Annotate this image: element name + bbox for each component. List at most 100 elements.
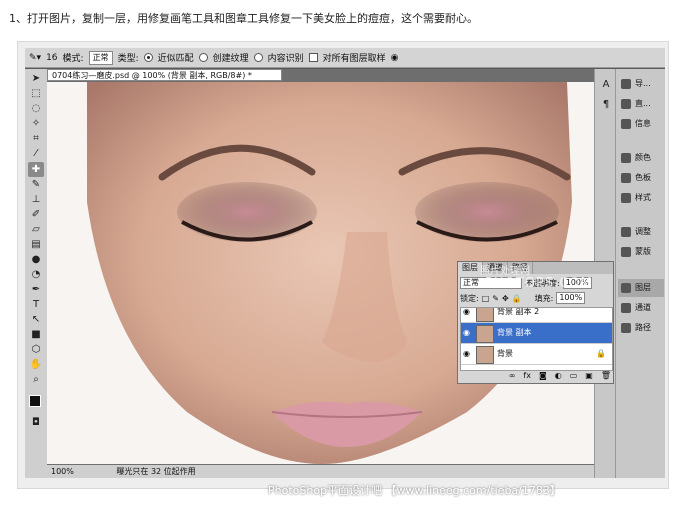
character-panel-icon[interactable]: A [598,77,614,92]
lock-transparency-icon[interactable]: □ [482,294,490,303]
layer-name: 背景 [497,349,513,358]
paragraph-panel-icon[interactable]: ¶ [598,97,614,112]
zoom-tool-icon[interactable]: ⌕ [28,372,44,387]
zoom-level[interactable]: 100% [47,467,74,476]
radio-content-label: 内容识别 [267,54,304,64]
info-panel-button[interactable]: 信息 [618,115,664,133]
info-icon [621,118,631,129]
layer-row-selected[interactable]: ◉ 背景 副本 [461,323,612,344]
lock-pixels-icon[interactable]: ✎ [492,294,499,303]
lock-icon: 🔒 [596,349,606,358]
layers-icon [621,282,631,293]
tutorial-caption: 1、打开图片，复制一层，用修复画笔工具和图章工具修复一下美女脸上的痘痘，这个需要… [9,12,478,25]
healing-brush-icon[interactable]: ✎▾ [29,53,41,63]
tools-panel: ➤ ⬚ ◌ ✧ ⌗ ⁄ ✚ ✎ ⊥ ✐ ▱ ▤ ● ◔ ✒ T ↖ ■ ⬡ ✋ … [25,69,48,478]
move-tool-icon[interactable]: ➤ [28,71,44,86]
mode-label: 模式: [62,54,84,64]
adjustments-panel-button[interactable]: 调整 [618,223,664,241]
layer-row[interactable]: ◉ 背景 🔒 [461,344,612,365]
layer-thumbnail [476,325,494,343]
lasso-tool-icon[interactable]: ◌ [28,101,44,116]
visibility-eye-icon[interactable]: ◉ [463,329,471,337]
lock-label: 锁定: [460,293,479,303]
layers-list: ◉ 背景 副本 2 ◉ 背景 副本 ◉ 背景 🔒 [460,307,613,371]
navigator-panel-button[interactable]: 导... [618,75,664,93]
healing-brush-tool-icon[interactable]: ✚ [28,162,44,177]
layer-style-icon[interactable]: fx [523,371,531,381]
hand-tool-icon[interactable]: ✋ [28,357,44,372]
eyedropper-tool-icon[interactable]: ⁄ [28,146,44,161]
radio-content-aware[interactable] [253,53,263,62]
styles-panel-button[interactable]: 样式 [618,189,664,207]
photoshop-window: ✎▾ 16 模式: 正常 类型: 近似匹配 创建纹理 内容识别 对所有图层取样 … [25,48,665,478]
swatches-icon [621,172,631,183]
type-label: 类型: [117,54,139,64]
watermark-en: PHOTOPS.COM [485,276,593,291]
sample-all-checkbox[interactable] [308,53,318,62]
layer-name: 背景 副本 [497,328,532,337]
document-tab[interactable]: 0704练习—磨皮.psd @ 100% (背景 副本, RGB/8#) * [47,69,282,81]
footer-watermark: PhotoShop平面设计吧 【www.lineeg.com/tieba/178… [268,484,561,497]
quick-select-tool-icon[interactable]: ✧ [28,116,44,131]
pressure-icon[interactable]: ◉ [391,53,399,63]
radio-proximity-label: 近似匹配 [157,54,194,64]
fill-input[interactable]: 100% [556,292,586,304]
channels-icon [621,302,631,313]
layer-name: 背景 副本 2 [497,307,540,316]
color-icon [621,152,631,163]
channels-panel-button[interactable]: 通道 [618,299,664,317]
fill-label: 填充: [534,293,554,303]
3d-tool-icon[interactable]: ⬡ [28,342,44,357]
delete-layer-icon[interactable]: 🗑 [601,371,611,381]
paths-panel-button[interactable]: 路径 [618,319,664,337]
link-layers-icon[interactable]: ∞ [509,371,516,381]
eraser-tool-icon[interactable]: ▱ [28,222,44,237]
mode-select[interactable]: 正常 [88,50,113,65]
path-select-tool-icon[interactable]: ↖ [28,312,44,327]
sample-all-label: 对所有图层取样 [322,54,386,64]
masks-panel-button[interactable]: 蒙版 [618,243,664,261]
panel-dock: 导... 直... 信息 颜色 色板 样式 调整 蒙版 图层 通道 路径 [615,69,665,478]
add-mask-icon[interactable]: ◙ [539,371,547,381]
new-group-icon[interactable]: ▭ [570,371,578,381]
clone-stamp-tool-icon[interactable]: ⊥ [28,192,44,207]
quick-mask-icon[interactable]: ◘ [28,415,44,430]
crop-tool-icon[interactable]: ⌗ [28,131,44,146]
navigator-icon [621,78,631,89]
styles-icon [621,192,631,203]
marquee-tool-icon[interactable]: ⬚ [28,86,44,101]
radio-proximity[interactable] [143,53,153,62]
brush-size[interactable]: 16 [46,53,57,63]
paths-icon [621,322,631,333]
watermark-cn: 照片处理网 [480,266,530,277]
swatches-panel-button[interactable]: 色板 [618,169,664,187]
adjustments-icon [621,226,631,237]
history-brush-tool-icon[interactable]: ✐ [28,207,44,222]
color-panel-button[interactable]: 颜色 [618,149,664,167]
radio-texture[interactable] [198,53,208,62]
adjustment-layer-icon[interactable]: ◐ [555,371,562,381]
dodge-tool-icon[interactable]: ◔ [28,267,44,282]
lock-position-icon[interactable]: ✥ [502,294,509,303]
layer-thumbnail [476,346,494,364]
histogram-panel-button[interactable]: 直... [618,95,664,113]
status-bar: 100% 曝光只在 32 位起作用 [47,465,605,478]
brush-tool-icon[interactable]: ✎ [28,177,44,192]
layer-thumbnail [476,308,494,322]
type-tool-icon[interactable]: T [28,297,44,312]
radio-texture-label: 创建纹理 [212,54,249,64]
gradient-tool-icon[interactable]: ▤ [28,237,44,252]
pen-tool-icon[interactable]: ✒ [28,282,44,297]
masks-icon [621,246,631,257]
visibility-eye-icon[interactable]: ◉ [463,350,471,358]
lock-all-icon[interactable]: 🔒 [512,294,522,303]
layers-panel-button[interactable]: 图层 [618,279,664,297]
new-layer-icon[interactable]: ▣ [585,371,593,381]
status-text: 曝光只在 32 位起作用 [116,467,196,476]
layer-row[interactable]: ◉ 背景 副本 2 [461,307,612,323]
foreground-color-swatch[interactable] [29,395,41,407]
visibility-eye-icon[interactable]: ◉ [463,308,471,316]
shape-tool-icon[interactable]: ■ [28,327,44,342]
layers-footer: ∞ fx ◙ ◐ ▭ ▣ 🗑 [460,371,611,381]
blur-tool-icon[interactable]: ● [28,252,44,267]
